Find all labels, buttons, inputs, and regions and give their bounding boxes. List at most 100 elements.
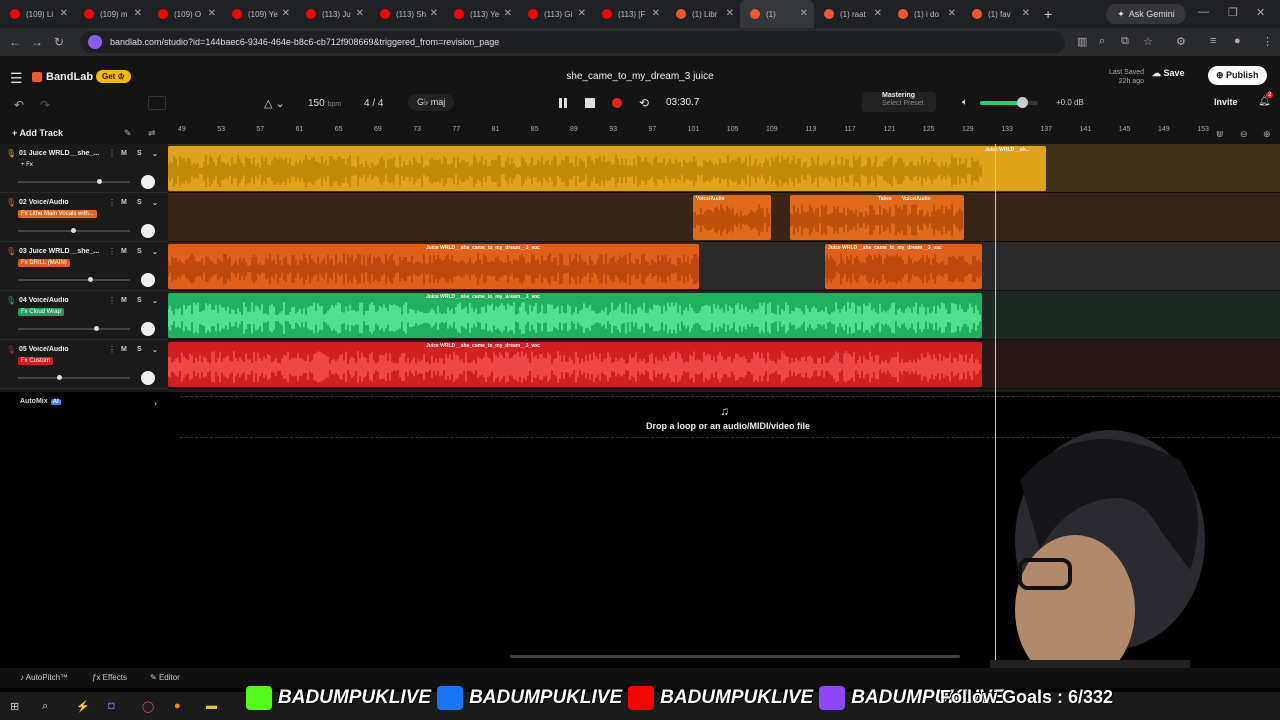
solo-button[interactable]: S xyxy=(137,248,142,255)
url-field[interactable]: bandlab.com/studio?id=144baec6-9346-464e… xyxy=(80,31,1065,53)
arrangement-lanes[interactable]: Juice WRLD__sh... Voice/Audio Takes Voice… xyxy=(168,144,1280,392)
time-signature[interactable]: 4 / 4 xyxy=(364,98,383,109)
minimize-icon[interactable]: — xyxy=(1198,6,1209,18)
track-name[interactable]: 03 Juice WRLD__she_... xyxy=(19,248,105,255)
chevron-down-icon[interactable]: ⌄ xyxy=(152,199,158,207)
chevron-right-icon[interactable]: › xyxy=(154,398,157,408)
clip-track2-b[interactable]: Takes Voice/Audio xyxy=(790,195,964,240)
snap-icon[interactable]: ⋓ xyxy=(1216,129,1224,140)
search-icon[interactable]: ⌕ xyxy=(42,700,48,713)
track-volume-slider[interactable] xyxy=(18,179,130,184)
chevron-down-icon[interactable]: ⌄ xyxy=(152,346,158,354)
track-volume-slider[interactable] xyxy=(18,326,130,331)
close-tab-icon[interactable]: ✕ xyxy=(60,8,68,19)
fx-tag[interactable]: + Fx xyxy=(18,161,36,169)
mute-button[interactable]: M xyxy=(121,199,127,206)
fx-tag[interactable]: Fx Cloud Wrap xyxy=(18,308,64,316)
browser-tab[interactable]: (109) Ye ✕ xyxy=(222,0,296,28)
reload-icon[interactable]: ↻ xyxy=(48,35,70,49)
track-volume-slider[interactable] xyxy=(18,277,130,282)
track-row[interactable]: 🎙︎ 04 Voice/Audio ⋮ M S ⌄ Fx Cloud Wrap xyxy=(0,291,168,340)
browser-tab[interactable]: (1) ✕ xyxy=(740,0,814,28)
browser-tab[interactable]: (113) Gi ✕ xyxy=(518,0,592,28)
metronome-icon[interactable]: △ ⌄ xyxy=(264,97,285,110)
pan-knob[interactable] xyxy=(141,175,155,189)
mixer-toggle-button[interactable] xyxy=(148,96,166,110)
stop-button[interactable] xyxy=(583,96,597,110)
ask-gemini-button[interactable]: ✦ Ask Gemini xyxy=(1106,4,1186,24)
record-button[interactable] xyxy=(610,96,624,110)
autopitch-button[interactable]: ♪ AutoPitch™ xyxy=(20,673,68,682)
track-volume-knob[interactable] xyxy=(57,375,62,380)
start-icon[interactable]: ⊞ xyxy=(10,700,19,713)
horizontal-scrollbar[interactable] xyxy=(510,655,960,658)
track-menu-icon[interactable]: ⋮ xyxy=(108,149,116,158)
browser-tab[interactable]: (113) Ye ✕ xyxy=(444,0,518,28)
clip-track3-b[interactable]: Juice WRLD__she_came_to_my_dream__3_voc xyxy=(825,244,982,289)
firefox-icon[interactable]: ● xyxy=(174,700,181,712)
add-track-button[interactable]: + Add Track xyxy=(12,128,63,138)
track-volume-knob[interactable] xyxy=(97,179,102,184)
track-volume-knob[interactable] xyxy=(88,277,93,282)
browser-tab[interactable]: (113) [F ✕ xyxy=(592,0,666,28)
close-tab-icon[interactable]: ✕ xyxy=(874,8,882,19)
master-volume-slider[interactable] xyxy=(980,97,1038,108)
close-tab-icon[interactable]: ✕ xyxy=(1022,8,1030,19)
browser-tab[interactable]: (113) Sh ✕ xyxy=(370,0,444,28)
close-window-icon[interactable]: ✕ xyxy=(1256,6,1265,19)
close-tab-icon[interactable]: ✕ xyxy=(208,8,216,19)
clip-track1-end[interactable]: Juice WRLD__sh... xyxy=(982,146,1046,191)
mute-button[interactable]: M xyxy=(121,248,127,255)
zoom-icon[interactable]: ⌕ xyxy=(1099,35,1105,48)
maximize-icon[interactable]: ❐ xyxy=(1228,6,1238,19)
track-volume-knob[interactable] xyxy=(94,326,99,331)
close-tab-icon[interactable]: ✕ xyxy=(948,8,956,19)
track-volume-slider[interactable] xyxy=(18,228,130,233)
track-menu-icon[interactable]: ⋮ xyxy=(108,345,116,354)
pan-knob[interactable] xyxy=(141,371,155,385)
clip-track1[interactable] xyxy=(168,146,1046,191)
extensions-icon[interactable]: ⚙ xyxy=(1176,35,1186,48)
bandlab-logo[interactable]: BandLab xyxy=(32,71,93,83)
close-tab-icon[interactable]: ✕ xyxy=(578,8,586,19)
fx-tag[interactable]: Fx DRILL (MAIN) xyxy=(18,259,70,267)
hamburger-menu-icon[interactable]: ☰ xyxy=(10,70,23,87)
discord-icon[interactable]: ◘ xyxy=(108,700,115,712)
reader-icon[interactable]: ▥ xyxy=(1077,35,1087,48)
browser-tab[interactable]: (109) Li ✕ xyxy=(0,0,74,28)
clip-track5[interactable]: Juice WRLD__she_came_to_my_dream__3_voc xyxy=(168,342,982,387)
track-menu-icon[interactable]: ⋮ xyxy=(108,247,116,256)
bpm-field[interactable]: 150 bpm xyxy=(308,98,341,109)
lane-1[interactable]: Juice WRLD__sh... xyxy=(168,144,1280,193)
chevron-down-icon[interactable]: ⌄ xyxy=(152,297,158,305)
solo-button[interactable]: S xyxy=(137,346,142,353)
track-menu-icon[interactable]: ⋮ xyxy=(108,198,116,207)
zoom-out-icon[interactable]: ⊖ xyxy=(1240,129,1248,140)
clip-track3-a[interactable]: Juice WRLD__she_came_to_my_dream__3_voc xyxy=(168,244,699,289)
mute-button[interactable]: M xyxy=(121,297,127,304)
browser-tab[interactable]: (1) raat ✕ xyxy=(814,0,888,28)
automix-row[interactable]: AutoMix AI › xyxy=(0,398,168,414)
mute-button[interactable]: M xyxy=(121,150,127,157)
pan-knob[interactable] xyxy=(141,273,155,287)
pan-knob[interactable] xyxy=(141,224,155,238)
lane-2[interactable]: Voice/Audio Takes Voice/Audio xyxy=(168,193,1280,242)
browser-tab[interactable]: (1) i do ✕ xyxy=(888,0,962,28)
get-membership-button[interactable]: Get ♔ xyxy=(96,70,131,83)
pencil-tool-icon[interactable]: ✎ xyxy=(124,128,132,139)
tab-search-icon[interactable]: ≡ xyxy=(1210,35,1216,47)
track-volume-slider[interactable] xyxy=(18,375,130,380)
pause-button[interactable] xyxy=(556,96,570,110)
solo-button[interactable]: S xyxy=(137,297,142,304)
invite-button[interactable]: Invite xyxy=(1214,97,1238,107)
speaker-icon[interactable]: 🔈︎ xyxy=(962,97,968,108)
mute-button[interactable]: M xyxy=(121,346,127,353)
browser-tab[interactable]: (109) m ✕ xyxy=(74,0,148,28)
track-name[interactable]: 01 Juice WRLD__she_... xyxy=(19,150,105,157)
fx-tag[interactable]: Fx Custom xyxy=(18,357,54,365)
opera-icon[interactable]: ◯ xyxy=(142,700,154,713)
browser-tab[interactable]: (109) O ✕ xyxy=(148,0,222,28)
track-row[interactable]: 🎙︎ 03 Juice WRLD__she_... ⋮ M S ⌄ Fx DRILL (MA… xyxy=(0,242,168,291)
mastering-preset-button[interactable]: Mastering Select Preset xyxy=(862,92,936,112)
screenshot-icon[interactable]: ⧉ xyxy=(1121,35,1129,48)
